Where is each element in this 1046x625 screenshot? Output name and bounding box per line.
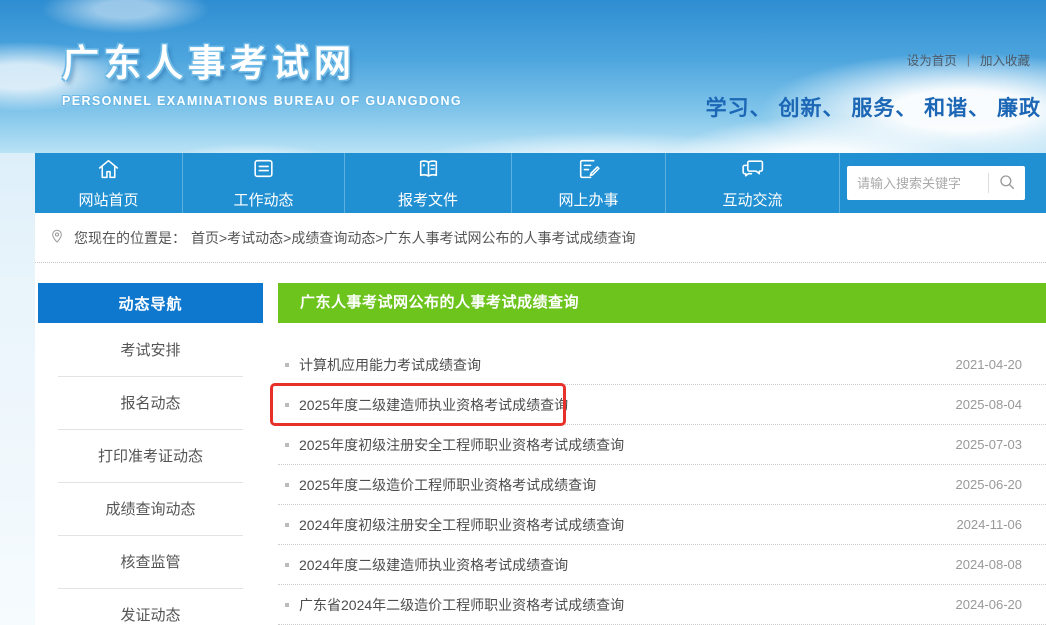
news-link[interactable]: 计算机应用能力考试成绩查询 [299, 355, 944, 375]
main-panel: 广东人事考试网公布的人事考试成绩查询 计算机应用能力考试成绩查询 2021-04… [278, 283, 1046, 625]
news-link[interactable]: 广东省2024年二级造价工程师职业资格考试成绩查询 [299, 595, 944, 615]
site-subtitle: PERSONNEL EXAMINATIONS BUREAU OF GUANGDO… [62, 94, 462, 108]
news-date: 2025-07-03 [956, 437, 1023, 452]
list-item: 2024年度初级注册安全工程师职业资格考试成绩查询 2024-11-06 [278, 505, 1046, 545]
list-item: 计算机应用能力考试成绩查询 2021-04-20 [278, 345, 1046, 385]
sky-header: 广东人事考试网 PERSONNEL EXAMINATIONS BUREAU OF… [0, 0, 1046, 153]
search-box [847, 166, 1025, 200]
chat-bubbles-icon [740, 156, 765, 186]
breadcrumb-path[interactable]: 首页>考试动态>成绩查询动态>广东人事考试网公布的人事考试成绩查询 [191, 228, 636, 248]
bullet-icon [285, 443, 289, 447]
main-title: 广东人事考试网公布的人事考试成绩查询 [278, 283, 1046, 323]
news-list-icon [251, 156, 276, 186]
sidebar-item-verification[interactable]: 核查监管 [38, 535, 263, 588]
sidebar-item-score-query[interactable]: 成绩查询动态 [38, 482, 263, 535]
bullet-icon [285, 523, 289, 527]
content-area: 动态导航 考试安排 报名动态 打印准考证动态 成绩查询动态 核查监管 发证动态 … [35, 263, 1046, 625]
links-separator: | [967, 53, 970, 67]
main-navbar: 网站首页 工作动态 报考文件 网上办事 互动交流 [35, 153, 1046, 213]
list-item: 2025年度初级注册安全工程师职业资格考试成绩查询 2025-07-03 [278, 425, 1046, 465]
news-date: 2024-11-06 [956, 517, 1022, 532]
news-link[interactable]: 2024年度二级建造师执业资格考试成绩查询 [299, 555, 944, 575]
news-date: 2024-06-20 [956, 597, 1023, 612]
nav-item-label: 网上办事 [558, 189, 618, 210]
news-link[interactable]: 2025年度二级造价工程师职业资格考试成绩查询 [299, 475, 944, 495]
breadcrumb-prefix: 您现在的位置是： [74, 228, 186, 248]
nav-item-label: 工作动态 [233, 189, 293, 210]
nav-item-home[interactable]: 网站首页 [35, 153, 183, 213]
sidebar-nav: 动态导航 考试安排 报名动态 打印准考证动态 成绩查询动态 核查监管 发证动态 [38, 283, 263, 625]
bullet-icon [285, 483, 289, 487]
search-input[interactable] [847, 176, 988, 191]
search-button[interactable] [989, 166, 1025, 200]
sidebar-item-certificate[interactable]: 发证动态 [38, 588, 263, 625]
list-item: 2025年度二级造价工程师职业资格考试成绩查询 2025-06-20 [278, 465, 1046, 505]
bullet-icon [285, 603, 289, 607]
news-link[interactable]: 2025年度初级注册安全工程师职业资格考试成绩查询 [299, 435, 944, 455]
news-date: 2024-08-08 [956, 557, 1023, 572]
nav-item-exam-documents[interactable]: 报考文件 [345, 153, 512, 213]
news-date: 2025-08-04 [956, 397, 1023, 412]
nav-item-label: 报考文件 [398, 189, 458, 210]
news-date: 2025-06-20 [956, 477, 1023, 492]
news-list: 计算机应用能力考试成绩查询 2021-04-20 2025年度二级建造师执业资格… [278, 323, 1046, 625]
nav-item-label: 网站首页 [78, 189, 138, 210]
add-favorite-link[interactable]: 加入收藏 [980, 50, 1030, 69]
list-item: 2024年度二级建造师执业资格考试成绩查询 2024-08-08 [278, 545, 1046, 585]
magnifier-icon [998, 173, 1016, 194]
bullet-icon [285, 363, 289, 367]
site-logo: 广东人事考试网 PERSONNEL EXAMINATIONS BUREAU OF… [62, 33, 462, 108]
list-item-highlighted: 2025年度二级建造师执业资格考试成绩查询 2025-08-04 [278, 385, 1046, 425]
bullet-icon [285, 403, 289, 407]
page-container: 您现在的位置是： 首页>考试动态>成绩查询动态>广东人事考试网公布的人事考试成绩… [35, 213, 1046, 625]
site-title: 广东人事考试网 [62, 33, 462, 87]
news-link[interactable]: 2025年度二级建造师执业资格考试成绩查询 [299, 395, 944, 415]
site-slogan: 学习、 创新、 服务、 和谐、 廉政 [706, 92, 1041, 122]
news-date: 2021-04-20 [956, 357, 1023, 372]
sidebar-item-registration-news[interactable]: 报名动态 [38, 376, 263, 429]
location-pin-icon [49, 228, 65, 247]
list-item: 广东省2024年二级造价工程师职业资格考试成绩查询 2024-06-20 [278, 585, 1046, 625]
set-homepage-link[interactable]: 设为首页 [907, 50, 957, 69]
bullet-icon [285, 563, 289, 567]
clipboard-pen-icon [576, 156, 601, 186]
nav-item-work-news[interactable]: 工作动态 [183, 153, 345, 213]
news-link[interactable]: 2024年度初级注册安全工程师职业资格考试成绩查询 [299, 515, 944, 535]
nav-item-label: 互动交流 [722, 189, 782, 210]
nav-item-interaction[interactable]: 互动交流 [666, 153, 840, 213]
breadcrumb: 您现在的位置是： 首页>考试动态>成绩查询动态>广东人事考试网公布的人事考试成绩… [35, 213, 1046, 263]
nav-item-online-services[interactable]: 网上办事 [512, 153, 666, 213]
sidebar-list: 考试安排 报名动态 打印准考证动态 成绩查询动态 核查监管 发证动态 [38, 323, 263, 625]
top-utility-links: 设为首页 | 加入收藏 [907, 50, 1030, 69]
sidebar-item-exam-schedule[interactable]: 考试安排 [38, 323, 263, 376]
nav-search-area [840, 153, 1046, 213]
home-icon [96, 156, 121, 186]
sidebar-item-admission-ticket[interactable]: 打印准考证动态 [38, 429, 263, 482]
sidebar-title: 动态导航 [38, 283, 263, 323]
document-book-icon [416, 156, 441, 186]
